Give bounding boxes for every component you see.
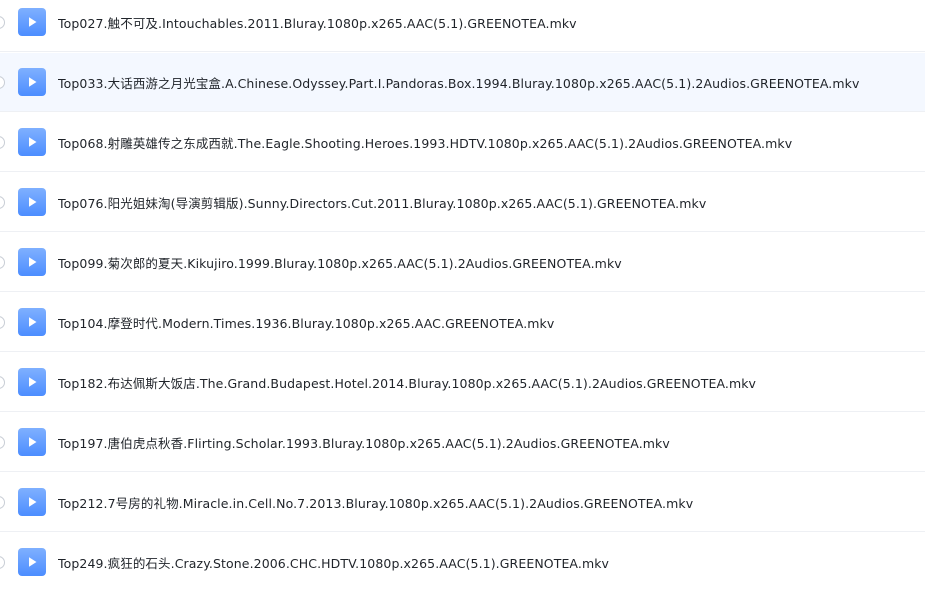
play-video-icon xyxy=(18,488,46,516)
file-row-10[interactable]: Top249.疯狂的石头.Crazy.Stone.2006.CHC.HDTV.1… xyxy=(0,533,925,589)
play-video-icon xyxy=(18,368,46,396)
file-row-2[interactable]: Top033.大话西游之月光宝盒.A.Chinese.Odyssey.Part.… xyxy=(0,53,925,112)
file-row-4[interactable]: Top076.阳光姐妹淘(导演剪辑版).Sunny.Directors.Cut.… xyxy=(0,173,925,232)
row-checkbox[interactable] xyxy=(0,555,5,569)
file-name[interactable]: Top212.7号房的礼物.Miracle.in.Cell.No.7.2013.… xyxy=(58,493,915,512)
play-video-icon xyxy=(18,68,46,96)
file-name[interactable]: Top104.摩登时代.Modern.Times.1936.Bluray.108… xyxy=(58,313,915,332)
row-checkbox[interactable] xyxy=(0,375,5,389)
file-row-5[interactable]: Top099.菊次郎的夏天.Kikujiro.1999.Bluray.1080p… xyxy=(0,233,925,292)
play-video-icon xyxy=(18,428,46,456)
play-video-icon xyxy=(18,128,46,156)
row-checkbox[interactable] xyxy=(0,135,5,149)
play-video-icon xyxy=(18,248,46,276)
file-row-1[interactable]: Top027.触不可及.Intouchables.2011.Bluray.108… xyxy=(0,0,925,52)
file-row-3[interactable]: Top068.射雕英雄传之东成西就.The.Eagle.Shooting.Her… xyxy=(0,113,925,172)
row-checkbox[interactable] xyxy=(0,15,5,29)
play-video-icon xyxy=(18,308,46,336)
row-checkbox[interactable] xyxy=(0,255,5,269)
file-name[interactable]: Top249.疯狂的石头.Crazy.Stone.2006.CHC.HDTV.1… xyxy=(58,553,915,572)
file-row-7[interactable]: Top182.布达佩斯大饭店.The.Grand.Budapest.Hotel.… xyxy=(0,353,925,412)
row-checkbox[interactable] xyxy=(0,75,5,89)
row-checkbox[interactable] xyxy=(0,495,5,509)
file-name[interactable]: Top033.大话西游之月光宝盒.A.Chinese.Odyssey.Part.… xyxy=(58,73,915,92)
file-name[interactable]: Top099.菊次郎的夏天.Kikujiro.1999.Bluray.1080p… xyxy=(58,253,915,272)
file-row-9[interactable]: Top212.7号房的礼物.Miracle.in.Cell.No.7.2013.… xyxy=(0,473,925,532)
file-name[interactable]: Top068.射雕英雄传之东成西就.The.Eagle.Shooting.Her… xyxy=(58,133,915,152)
file-name[interactable]: Top027.触不可及.Intouchables.2011.Bluray.108… xyxy=(58,13,915,32)
row-checkbox[interactable] xyxy=(0,195,5,209)
file-row-6[interactable]: Top104.摩登时代.Modern.Times.1936.Bluray.108… xyxy=(0,293,925,352)
row-checkbox[interactable] xyxy=(0,435,5,449)
file-name[interactable]: Top182.布达佩斯大饭店.The.Grand.Budapest.Hotel.… xyxy=(58,373,915,392)
file-name[interactable]: Top076.阳光姐妹淘(导演剪辑版).Sunny.Directors.Cut.… xyxy=(58,193,915,212)
file-name[interactable]: Top197.唐伯虎点秋香.Flirting.Scholar.1993.Blur… xyxy=(58,433,915,452)
row-checkbox[interactable] xyxy=(0,315,5,329)
file-list: Top027.触不可及.Intouchables.2011.Bluray.108… xyxy=(0,0,925,589)
play-video-icon xyxy=(18,188,46,216)
play-video-icon xyxy=(18,8,46,36)
file-row-8[interactable]: Top197.唐伯虎点秋香.Flirting.Scholar.1993.Blur… xyxy=(0,413,925,472)
play-video-icon xyxy=(18,548,46,576)
